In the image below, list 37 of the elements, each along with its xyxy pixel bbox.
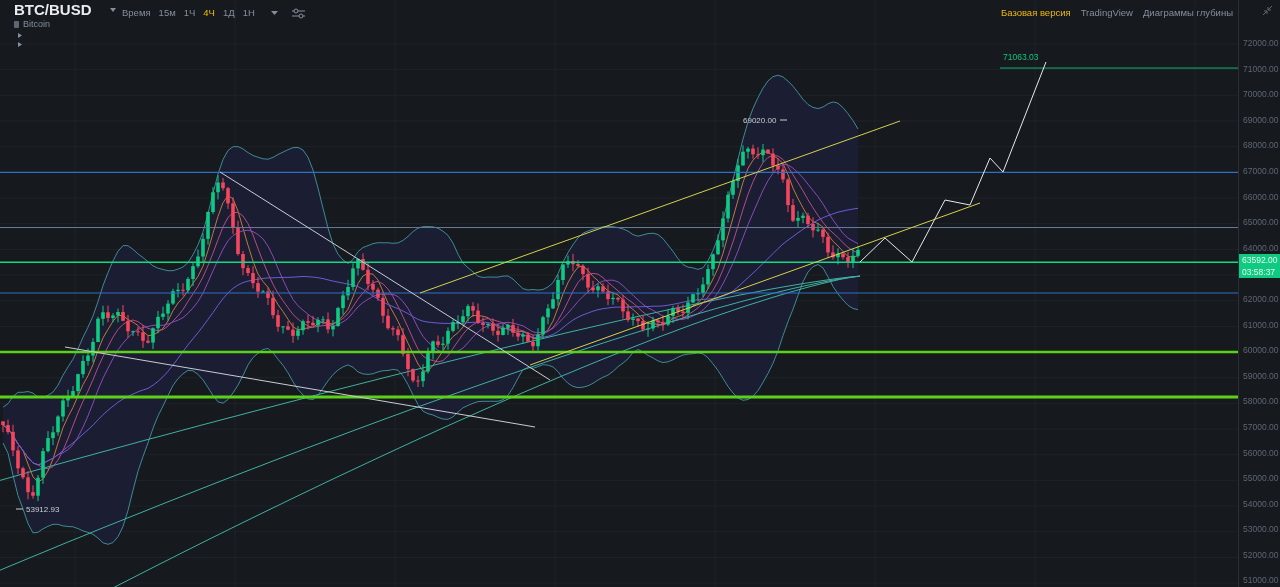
current-price: 63592.00 <box>1241 253 1279 266</box>
axis-label: 67000.00 <box>1242 166 1280 176</box>
axis-label: 70000.00 <box>1242 90 1280 100</box>
view-tab[interactable]: Диаграммы глубины <box>1137 7 1238 19</box>
axis-label: 53000.00 <box>1242 525 1280 535</box>
low-price-label: 53912.93 <box>26 505 60 514</box>
axis-label: 65000.00 <box>1242 218 1280 228</box>
high-price-label: 69020.00 <box>743 116 777 125</box>
time-label: Время <box>121 7 152 19</box>
axis-label: 64000.00 <box>1242 243 1280 253</box>
interval-tab[interactable]: 15м <box>154 7 180 19</box>
axis-label: 66000.00 <box>1242 192 1280 202</box>
interval-tab[interactable]: 1Ч <box>179 7 200 19</box>
axis-label: 71000.00 <box>1242 64 1280 74</box>
axis-label: 61000.00 <box>1242 320 1280 330</box>
countdown-timer: 03:58:37 <box>1241 265 1277 278</box>
view-tab[interactable]: TradingView <box>1075 7 1138 19</box>
axis-label: 72000.00 <box>1242 39 1280 48</box>
axis-label: 57000.00 <box>1242 422 1280 432</box>
target-price-label: 71063.03 <box>1003 52 1039 62</box>
view-tab[interactable]: Базовая версия <box>995 7 1076 19</box>
axis-label: 69000.00 <box>1242 115 1280 125</box>
axis-label: 52000.00 <box>1242 550 1280 560</box>
axis-label: 62000.00 <box>1242 294 1280 304</box>
axis-label: 60000.00 <box>1242 346 1280 356</box>
axis-label: 59000.00 <box>1242 371 1280 381</box>
interval-tab[interactable]: 1Н <box>238 7 259 19</box>
coin-name: Bitcoin <box>23 19 50 29</box>
axis-label: 58000.00 <box>1242 397 1280 407</box>
axis-label: 56000.00 <box>1242 448 1280 458</box>
interval-tab[interactable]: 1Д <box>218 7 239 19</box>
axis-label: 51000.00 <box>1242 576 1280 586</box>
interval-tab[interactable]: 4Ч <box>199 7 219 19</box>
axis-label: 68000.00 <box>1242 141 1280 151</box>
axis-label: 55000.00 <box>1242 474 1280 484</box>
axis-label: 54000.00 <box>1242 499 1280 509</box>
symbol-title[interactable]: BTC/BUSD <box>14 2 92 18</box>
